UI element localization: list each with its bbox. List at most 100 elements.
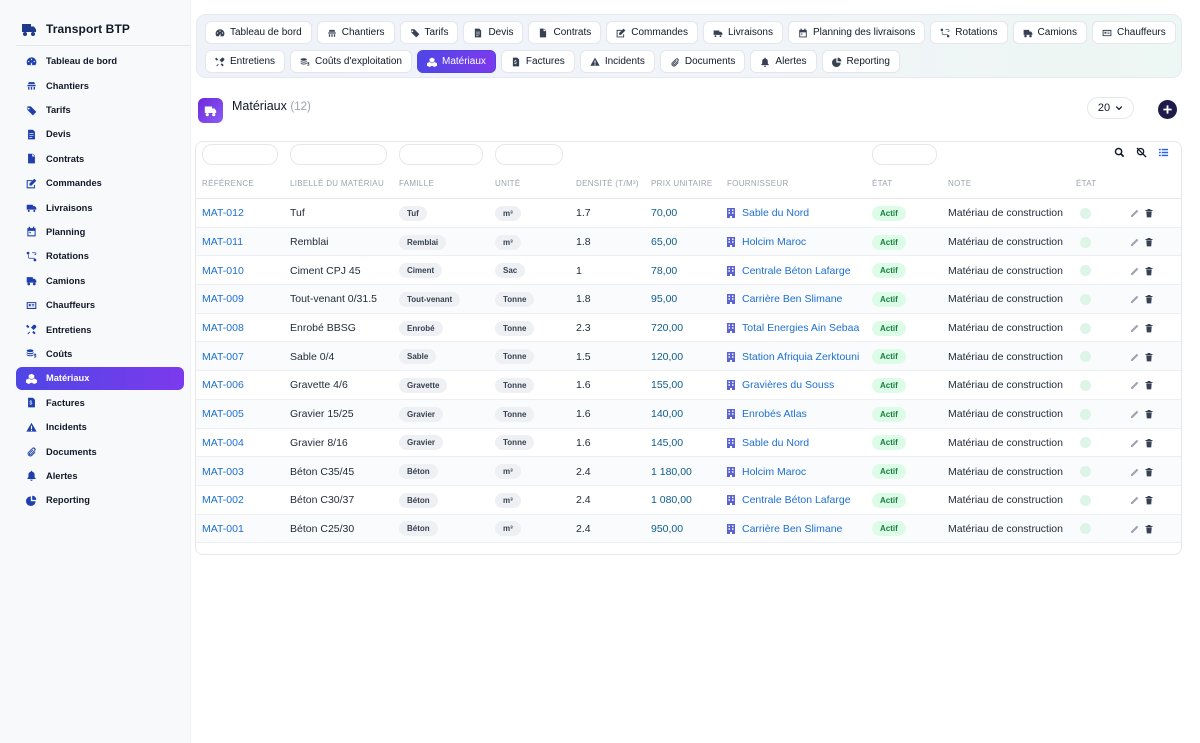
header-unite[interactable]: Unité [495,179,521,188]
trash-icon[interactable] [1144,352,1154,362]
sidebar-item-entretiens[interactable]: Entretiens [16,318,184,341]
tab-commandes[interactable]: Commandes [606,21,698,44]
edit-icon[interactable] [1130,294,1140,304]
tab-chantiers[interactable]: Chantiers [316,21,395,44]
sidebar-item-camions[interactable]: Camions [16,270,184,293]
tab-mat-riaux[interactable]: Matériaux [417,50,496,73]
table-row[interactable]: MAT-004 Gravier 8/16 Gravier Tonne 1.6 145,00… [196,429,1181,458]
header-densite[interactable]: Densité (t/m³) [576,179,639,188]
tab-incidents[interactable]: Incidents [579,50,655,73]
trash-icon[interactable] [1144,323,1154,333]
reference-link[interactable]: MAT-007 [202,342,244,371]
header-etat[interactable]: État [872,179,892,188]
reference-link[interactable]: MAT-012 [202,199,244,228]
tab-entretiens[interactable]: Entretiens [205,50,286,73]
filter-famille-input[interactable] [399,144,483,165]
trash-icon[interactable] [1144,237,1154,247]
sidebar-item-documents[interactable]: Documents [16,440,184,463]
edit-icon[interactable] [1130,323,1140,333]
fournisseur-link[interactable]: Gravières du Souss [727,371,834,400]
sidebar-item-tarifs[interactable]: Tarifs [16,99,184,122]
table-row[interactable]: MAT-009 Tout-venant 0/31.5 Tout-venant Tonn… [196,285,1181,314]
table-row[interactable]: MAT-006 Gravette 4/6 Gravette Tonne 1.6 155,0… [196,371,1181,400]
filter-etat-input[interactable] [872,144,937,165]
tab-devis[interactable]: Devis [463,21,524,44]
header-etat-2[interactable]: État [1076,179,1096,188]
sidebar-item-factures[interactable]: Factures [16,391,184,414]
header-note[interactable]: Note [948,179,971,188]
trash-icon[interactable] [1144,409,1154,419]
edit-icon[interactable] [1130,409,1140,419]
table-row[interactable]: MAT-001 Béton C25/30 Béton m³ 2.4 950,00 Carri… [196,514,1181,544]
sidebar-item-reporting[interactable]: Reporting [16,489,184,512]
table-row[interactable]: MAT-012 Tuf Tuf m³ 1.7 70,00 Sable du Nord Acti… [196,199,1181,228]
edit-icon[interactable] [1130,237,1140,247]
table-row[interactable]: MAT-007 Sable 0/4 Sable Tonne 1.5 120,00 Stati… [196,342,1181,372]
tab-rotations[interactable]: Rotations [930,21,1008,44]
fournisseur-link[interactable]: Enrobés Atlas [727,400,807,429]
edit-icon[interactable] [1130,495,1140,505]
table-row[interactable]: MAT-010 Ciment CPJ 45 Ciment Sac 1 78,00 Centr… [196,256,1181,286]
tab-planning-des-livraisons[interactable]: Planning des livraisons [788,21,926,44]
fournisseur-link[interactable]: Centrale Béton Lafarge [727,486,851,515]
sidebar-item-devis[interactable]: Devis [16,123,184,146]
tab-livraisons[interactable]: Livraisons [702,21,783,44]
trash-icon[interactable] [1144,380,1154,390]
tab-alertes[interactable]: Alertes [750,50,817,73]
tab-co-ts-d-exploitation[interactable]: Coûts d'exploitation [290,50,412,73]
page-size-select[interactable]: 20 [1087,97,1134,119]
edit-icon[interactable] [1130,438,1140,448]
trash-icon[interactable] [1144,524,1154,534]
sidebar-item-chauffeurs[interactable]: Chauffeurs [16,294,184,317]
reference-link[interactable]: MAT-009 [202,285,244,314]
tab-reporting[interactable]: Reporting [821,50,900,73]
tab-tableau-de-bord[interactable]: Tableau de bord [205,21,312,44]
tab-factures[interactable]: Factures [500,50,575,73]
trash-icon[interactable] [1144,495,1154,505]
edit-icon[interactable] [1130,208,1140,218]
fournisseur-link[interactable]: Sable du Nord [727,199,809,228]
tab-tarifs[interactable]: Tarifs [399,21,459,44]
edit-icon[interactable] [1130,524,1140,534]
list-view-icon[interactable] [1158,147,1169,158]
header-libelle[interactable]: Libellé du matériau [290,179,384,188]
header-famille[interactable]: Famille [399,179,434,188]
table-row[interactable]: MAT-003 Béton C35/45 Béton m³ 2.4 1 180,00 Hol… [196,457,1181,486]
header-prix[interactable]: Prix unitaire [651,179,713,188]
fournisseur-link[interactable]: Holcim Maroc [727,457,806,486]
sidebar-item-tableau-de-bord[interactable]: Tableau de bord [16,50,184,73]
table-row[interactable]: MAT-008 Enrobé BBSG Enrobé Tonne 2.3 720,00 To… [196,314,1181,343]
sidebar-item-co-ts[interactable]: Coûts [16,343,184,366]
table-row[interactable]: MAT-011 Remblai Remblai m³ 1.8 65,00 Holcim Ma… [196,227,1181,257]
tab-camions[interactable]: Camions [1012,21,1087,44]
trash-icon[interactable] [1144,208,1154,218]
edit-icon[interactable] [1130,266,1140,276]
sidebar-item-livraisons[interactable]: Livraisons [16,196,184,219]
filter-libelle-input[interactable] [290,144,387,165]
reference-link[interactable]: MAT-008 [202,314,244,343]
sidebar-item-incidents[interactable]: Incidents [16,416,184,439]
fournisseur-link[interactable]: Carrière Ben Slimane [727,285,842,314]
table-row[interactable]: MAT-002 Béton C30/37 Béton m³ 2.4 1 080,00 Cen… [196,486,1181,515]
table-row[interactable]: MAT-005 Gravier 15/25 Gravier Tonne 1.6 140,0… [196,399,1181,429]
sidebar-item-alertes[interactable]: Alertes [16,465,184,488]
fournisseur-link[interactable]: Centrale Béton Lafarge [727,256,851,285]
search-icon[interactable] [1114,147,1125,158]
reference-link[interactable]: MAT-003 [202,457,244,486]
reference-link[interactable]: MAT-004 [202,429,244,458]
header-reference[interactable]: Référence [202,179,254,188]
sidebar-item-chantiers[interactable]: Chantiers [16,74,184,97]
tab-chauffeurs[interactable]: Chauffeurs [1092,21,1176,44]
reference-link[interactable]: MAT-006 [202,371,244,400]
reference-link[interactable]: MAT-001 [202,515,244,544]
sidebar-item-planning[interactable]: Planning [16,221,184,244]
trash-icon[interactable] [1144,294,1154,304]
sidebar-item-rotations[interactable]: Rotations [16,245,184,268]
clear-search-icon[interactable] [1136,147,1147,158]
filter-reference-input[interactable] [202,144,278,165]
tab-contrats[interactable]: Contrats [528,21,602,44]
fournisseur-link[interactable]: Carrière Ben Slimane [727,515,842,544]
trash-icon[interactable] [1144,467,1154,477]
reference-link[interactable]: MAT-005 [202,400,244,429]
header-fournisseur[interactable]: Fournisseur [727,179,789,188]
